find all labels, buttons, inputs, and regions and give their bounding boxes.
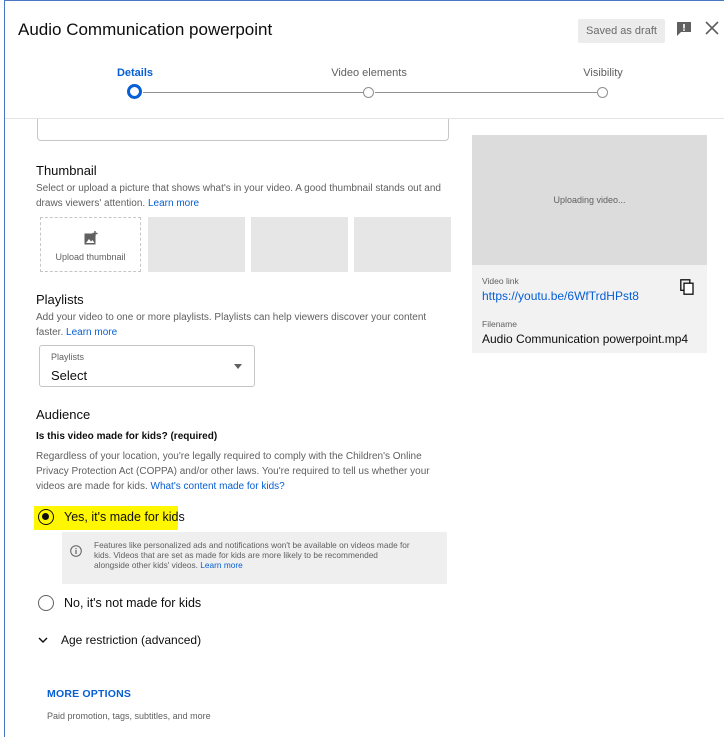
step-dot-details[interactable] (127, 84, 142, 99)
kids-info-learn-more-link[interactable]: Learn more (200, 560, 242, 570)
tab-video-elements[interactable]: Video elements (331, 67, 407, 79)
content-made-for-kids-link[interactable]: What's content made for kids? (151, 481, 285, 492)
auto-thumbnail-1[interactable] (148, 217, 245, 272)
tab-details[interactable]: Details (117, 67, 153, 79)
audience-description: Regardless of your location, you're lega… (36, 451, 430, 492)
playlists-select-label: Playlists (51, 352, 85, 362)
radio-button-checked[interactable] (38, 509, 54, 525)
video-link[interactable]: https://youtu.be/6WfTrdHPst8 (482, 289, 639, 303)
audience-title: Audience (36, 407, 91, 422)
description-field[interactable] (37, 119, 449, 141)
radio-label-no: No, it's not made for kids (64, 596, 202, 610)
video-link-label: Video link (482, 276, 519, 286)
feedback-icon[interactable] (676, 21, 692, 37)
filename-value: Audio Communication powerpoint.mp4 (482, 332, 689, 346)
audience-question: Is this video made for kids? (required) (36, 431, 218, 442)
step-connector (375, 92, 601, 93)
stepper: Details Video elements Visibility (5, 59, 724, 119)
auto-thumbnail-3[interactable] (354, 217, 451, 272)
add-image-icon (84, 231, 98, 245)
thumbnail-description: Select or upload a picture that shows wh… (36, 183, 441, 209)
step-connector (143, 92, 369, 93)
uploading-status: Uploading video... (553, 195, 626, 205)
auto-thumbnail-2[interactable] (251, 217, 348, 272)
kids-info-box: Features like personalized ads and notif… (62, 532, 447, 584)
playlists-learn-more-link[interactable]: Learn more (66, 327, 117, 338)
radio-button-unchecked[interactable] (38, 595, 54, 611)
playlists-select[interactable]: Playlists Select (39, 345, 255, 387)
chevron-down-icon (234, 364, 242, 369)
video-preview: Uploading video... (472, 135, 707, 265)
step-dot-visibility[interactable] (597, 87, 608, 98)
saved-as-draft-badge: Saved as draft (578, 19, 665, 43)
age-restriction-label: Age restriction (advanced) (61, 633, 202, 647)
playlists-description: Add your video to one or more playlists.… (36, 312, 427, 338)
thumbnail-learn-more-link[interactable]: Learn more (148, 198, 199, 209)
tab-visibility[interactable]: Visibility (583, 67, 623, 79)
dialog-title: Audio Communication powerpoint (18, 20, 273, 39)
thumbnail-title: Thumbnail (36, 163, 97, 178)
info-icon (70, 545, 82, 557)
playlists-select-value: Select (51, 368, 88, 383)
more-options-button[interactable]: MORE OPTIONS (47, 688, 131, 700)
more-options-description: Paid promotion, tags, subtitles, and mor… (47, 711, 211, 721)
upload-thumbnail-label: Upload thumbnail (55, 252, 126, 262)
video-preview-card: Uploading video... Video link https://yo… (472, 135, 707, 353)
kids-info-text: Features like personalized ads and notif… (94, 540, 410, 570)
step-dot-video-elements[interactable] (363, 87, 374, 98)
radio-label-yes: Yes, it's made for kids (64, 510, 185, 524)
copy-icon[interactable] (680, 279, 694, 295)
upload-thumbnail-button[interactable]: Upload thumbnail (40, 217, 141, 272)
close-icon[interactable] (705, 21, 719, 35)
chevron-down-icon (38, 637, 48, 643)
dialog-header: Audio Communication powerpoint Saved as … (5, 1, 724, 59)
playlists-title: Playlists (36, 292, 84, 307)
upload-dialog: Audio Communication powerpoint Saved as … (4, 0, 724, 737)
filename-label: Filename (482, 319, 517, 329)
